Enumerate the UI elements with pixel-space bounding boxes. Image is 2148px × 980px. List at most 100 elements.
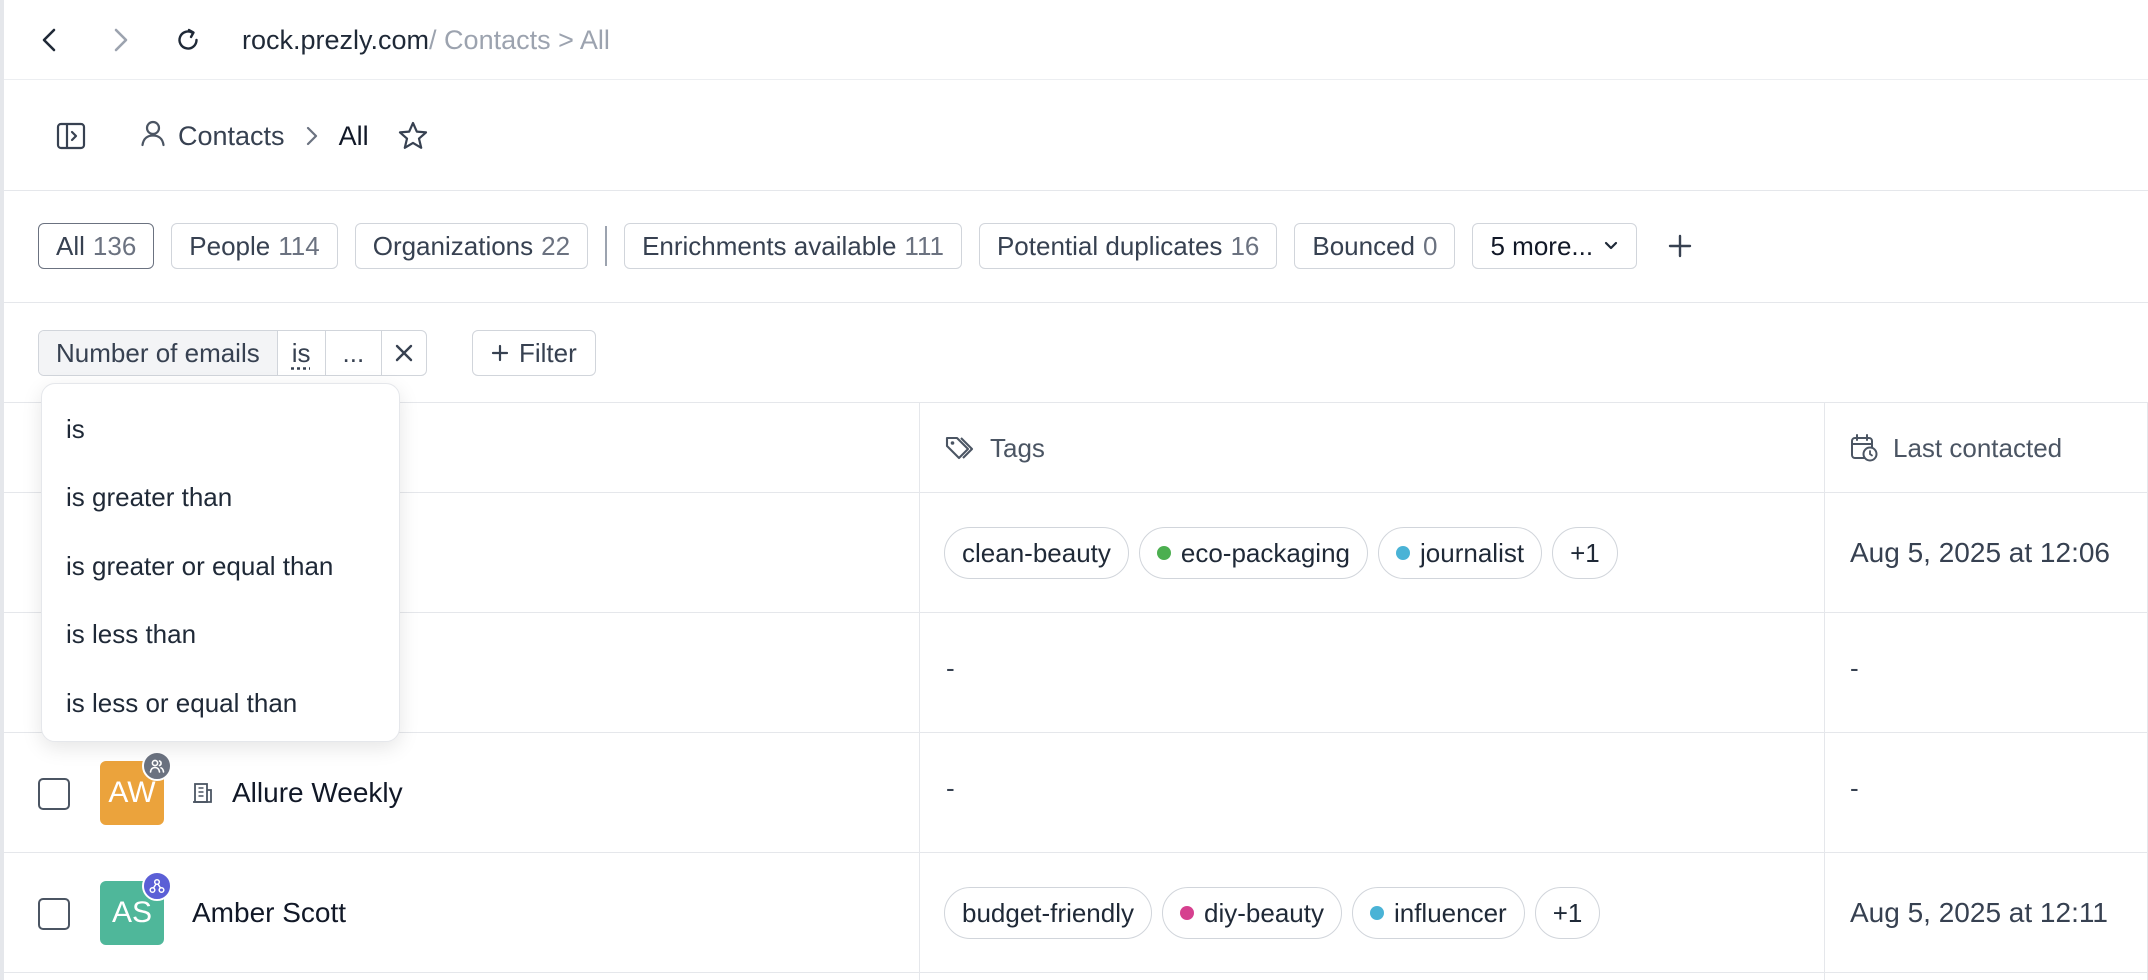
table-row[interactable]: AW Allure Weekly - - xyxy=(4,733,2148,853)
tag-chip[interactable]: diy-beauty xyxy=(1162,887,1342,939)
filter-operator[interactable]: is xyxy=(278,331,326,375)
tab-label: Bounced xyxy=(1312,230,1416,261)
building-icon xyxy=(190,780,216,806)
column-header-label: Tags xyxy=(990,432,1045,463)
tab-potential-duplicates[interactable]: Potential duplicates 16 xyxy=(978,223,1278,269)
tab-bounced[interactable]: Bounced 0 xyxy=(1294,223,1456,269)
avatar-initials: AW xyxy=(108,776,156,809)
tag-color-dot xyxy=(1180,906,1194,920)
avatar-initials: AS xyxy=(111,896,153,929)
avatar[interactable]: AW xyxy=(100,751,172,825)
tag-label: journalist xyxy=(1420,537,1525,568)
more-tabs-button[interactable]: 5 more... xyxy=(1472,223,1638,269)
more-tags-chip[interactable]: +1 xyxy=(1552,527,1618,579)
tag-chip[interactable]: journalist xyxy=(1378,527,1543,579)
tab-label: People xyxy=(189,230,271,261)
tab-enrichments-available[interactable]: Enrichments available 111 xyxy=(624,223,962,269)
contact-name[interactable]: Allure Weekly xyxy=(232,771,403,815)
tab-organizations[interactable]: Organizations 22 xyxy=(354,223,589,269)
network-icon xyxy=(142,871,172,901)
operator-option-greater-or-equal[interactable]: is greater or equal than xyxy=(42,532,399,601)
tag-label: diy-beauty xyxy=(1204,897,1324,928)
operator-option-less-or-equal[interactable]: is less or equal than xyxy=(42,669,399,738)
reload-icon[interactable] xyxy=(170,22,206,58)
remove-filter-icon[interactable] xyxy=(382,331,426,375)
column-header-last-contacted[interactable]: Last contacted xyxy=(1825,403,2062,493)
operator-dropdown: is is greater than is greater or equal t… xyxy=(41,383,400,742)
contact-name[interactable]: Amber Scott xyxy=(192,891,346,935)
view-tabs-bar: All 136 People 114 Organizations 22 Enri… xyxy=(4,191,2148,303)
tag-label: +1 xyxy=(1552,897,1583,928)
breadcrumb-current: All xyxy=(338,120,369,151)
operator-option-is[interactable]: is xyxy=(42,395,399,464)
tags-empty: - xyxy=(946,773,955,803)
page-header: Contacts All xyxy=(4,80,2148,191)
filter-value[interactable]: ... xyxy=(326,331,383,375)
tag-color-dot xyxy=(1396,546,1411,560)
breadcrumb-contacts-label: Contacts xyxy=(178,120,285,151)
forward-icon[interactable] xyxy=(102,22,138,58)
tab-label: Potential duplicates xyxy=(996,230,1223,261)
browser-bar: rock.prezly.com / Contacts > All xyxy=(4,0,2148,80)
tag-label: +1 xyxy=(1570,537,1600,568)
tag-label: influencer xyxy=(1393,897,1507,928)
tag-chip[interactable]: eco-packaging xyxy=(1138,527,1369,579)
column-header-tags[interactable]: Tags xyxy=(920,403,1045,493)
url-path: / Contacts > All xyxy=(429,24,610,55)
tag-color-dot xyxy=(1156,546,1171,560)
tab-count: 16 xyxy=(1230,230,1260,261)
tab-label: All xyxy=(56,230,85,261)
tag-list: budget-friendly diy-beauty influencer +1 xyxy=(944,887,1601,939)
tag-list: clean-beauty eco-packaging journalist +1 xyxy=(944,527,1618,579)
row-checkbox[interactable] xyxy=(38,778,70,810)
address-bar[interactable]: rock.prezly.com / Contacts > All xyxy=(242,22,610,58)
more-tags-chip[interactable]: +1 xyxy=(1534,887,1601,939)
tag-label: eco-packaging xyxy=(1180,537,1351,568)
sidebar-toggle-icon[interactable] xyxy=(52,117,90,155)
tag-chip[interactable]: budget-friendly xyxy=(944,887,1152,939)
breadcrumb-contacts[interactable]: Contacts xyxy=(140,119,285,154)
add-filter-label: Filter xyxy=(519,337,577,368)
tab-count: 114 xyxy=(278,230,320,261)
chevron-down-icon xyxy=(1603,240,1619,252)
tag-label: budget-friendly xyxy=(962,897,1134,928)
app-window: rock.prezly.com / Contacts > All Contact… xyxy=(0,0,2148,980)
star-icon[interactable] xyxy=(397,120,429,152)
tag-label: clean-beauty xyxy=(962,537,1111,568)
tab-label: Enrichments available xyxy=(642,230,897,261)
row-checkbox[interactable] xyxy=(38,898,70,930)
chevron-right-icon xyxy=(305,125,319,147)
filter-field[interactable]: Number of emails xyxy=(39,331,278,375)
tab-people[interactable]: People 114 xyxy=(171,223,338,269)
calendar-clock-icon xyxy=(1849,433,1879,463)
breadcrumb: Contacts All xyxy=(140,114,429,158)
tab-count: 136 xyxy=(92,230,137,261)
tab-count: 22 xyxy=(541,230,571,261)
view-tabs: All 136 People 114 Organizations 22 Enri… xyxy=(38,223,1700,269)
active-filter: Number of emails is ... xyxy=(38,330,428,376)
add-view-icon[interactable] xyxy=(1660,226,1700,266)
avatar[interactable]: AS xyxy=(100,871,172,945)
last-contacted-value: Aug 5, 2025 at 12:06 xyxy=(1850,537,2110,568)
tab-all[interactable]: All 136 xyxy=(38,223,155,269)
back-icon[interactable] xyxy=(32,22,68,58)
column-header-label: Last contacted xyxy=(1893,432,2063,463)
operator-option-greater-than[interactable]: is greater than xyxy=(42,464,399,533)
tag-color-dot xyxy=(1369,906,1384,920)
plus-icon xyxy=(491,344,509,362)
tag-chip[interactable]: influencer xyxy=(1351,887,1525,939)
url-host: rock.prezly.com xyxy=(242,24,430,55)
tab-count: 0 xyxy=(1423,230,1438,261)
last-contacted-value: Aug 5, 2025 at 12:11 xyxy=(1850,897,2108,928)
table-row[interactable]: AS Amber Scott budget-friendly diy-beaut… xyxy=(4,853,2148,973)
last-contacted-value: - xyxy=(1850,653,1859,683)
tag-chip[interactable]: clean-beauty xyxy=(944,527,1129,579)
more-tabs-label: 5 more... xyxy=(1490,230,1594,261)
add-filter-button[interactable]: Filter xyxy=(472,330,596,376)
tags-empty: - xyxy=(946,653,955,683)
person-icon xyxy=(140,119,166,154)
last-contacted-value: - xyxy=(1850,773,1859,803)
operator-option-less-than[interactable]: is less than xyxy=(42,601,399,670)
people-icon xyxy=(142,751,172,781)
tab-divider xyxy=(605,226,608,266)
